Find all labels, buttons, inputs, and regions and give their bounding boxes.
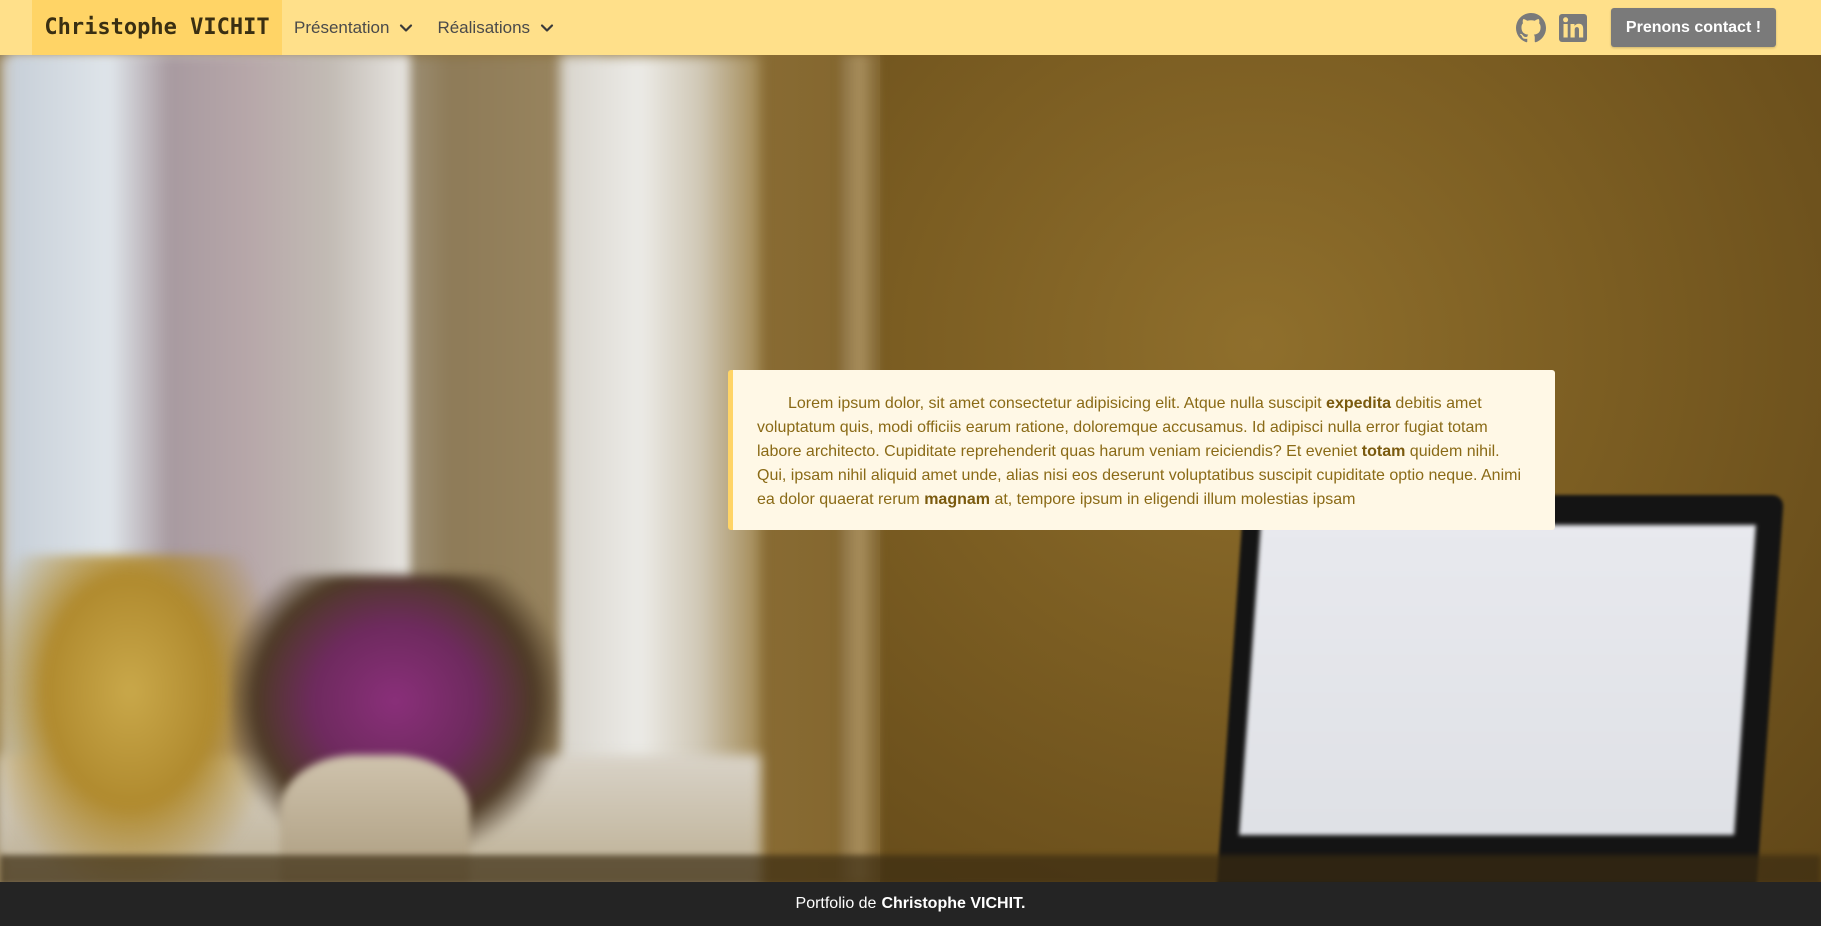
nav-item-presentation[interactable]: Présentation [282, 0, 425, 55]
chevron-down-icon [540, 23, 554, 32]
chevron-down-icon [400, 23, 413, 32]
contact-button[interactable]: Prenons contact ! [1611, 8, 1776, 47]
footer-name: Christophe VICHIT. [881, 895, 1026, 912]
linkedin-icon[interactable] [1557, 12, 1589, 44]
intro-text: Lorem ipsum dolor, sit amet consectetur … [757, 395, 1521, 508]
emphasis-word: magnam [924, 491, 990, 508]
nav-item-label: Présentation [294, 17, 390, 37]
brand-logo[interactable]: Christophe VICHIT [32, 0, 282, 55]
nav-item-label: Réalisations [437, 17, 531, 37]
github-icon[interactable] [1515, 12, 1547, 44]
navbar: Christophe VICHIT Présentation Réalisati… [0, 0, 1821, 55]
emphasis-word: expedita [1326, 395, 1391, 412]
footer: Portfolio de Christophe VICHIT. [0, 882, 1821, 926]
nav-item-realisations[interactable]: Réalisations [425, 0, 566, 55]
footer-prefix: Portfolio de [795, 895, 877, 912]
navbar-right: Prenons contact ! [1515, 0, 1776, 55]
emphasis-word: totam [1361, 443, 1406, 460]
intro-card: Lorem ipsum dolor, sit amet consectetur … [728, 370, 1555, 530]
